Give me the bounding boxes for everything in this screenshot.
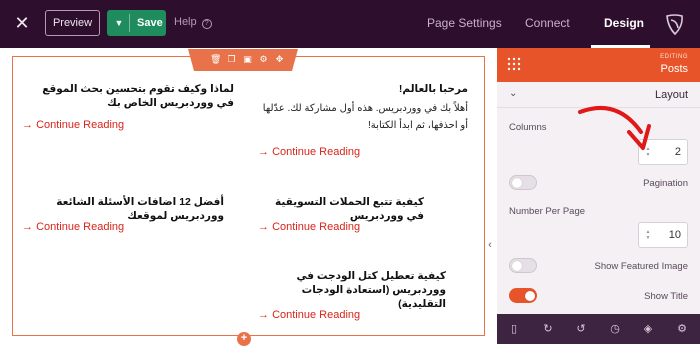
editing-label: EDITING — [660, 54, 688, 60]
continue-reading-label: Continue Reading — [36, 221, 125, 233]
chevron-left-icon[interactable]: ‹ — [484, 236, 496, 254]
show-title-toggle[interactable] — [509, 288, 537, 303]
arrow-right-icon: → — [258, 146, 269, 158]
annotation-arrow — [578, 106, 651, 150]
preview-button[interactable]: Preview — [45, 10, 100, 36]
show-featured-image-label: Show Featured Image — [594, 261, 688, 272]
trash-icon[interactable]: 🗑 — [210, 54, 221, 65]
help-link[interactable]: Help ? — [174, 16, 212, 29]
continue-reading-link[interactable]: → Continue Reading — [258, 146, 360, 158]
number-per-page-label: Number Per Page — [509, 206, 586, 217]
number-per-page-stepper[interactable]: ▲ ▼ 10 — [638, 222, 688, 248]
settings-icon[interactable]: ⚙ — [675, 322, 689, 336]
block-toolbar: 🗑 ❐ ▣ ⚙ ✥ — [188, 49, 298, 71]
arrow-right-icon: → — [22, 221, 33, 233]
show-featured-image-toggle[interactable] — [509, 258, 537, 273]
post-item: أفضل 12 اضافات الأسئلة الشائعة ووردبريس … — [22, 195, 224, 223]
arrow-right-icon: → — [22, 119, 33, 131]
continue-reading-link[interactable]: → Continue Reading — [22, 221, 124, 233]
settings-panel: EDITING Posts ⌄ Layout Columns ▲ ▼ 2 Pagi… — [497, 48, 700, 344]
arrow-right-icon: → — [258, 221, 269, 233]
post-item: مرحبا بالعالم! أهلاً بك في ووردبريس. هذه… — [256, 82, 468, 134]
post-title[interactable]: لماذا وكيف تقوم بتحسين بحث الموقع في وور… — [22, 82, 234, 110]
layout-section-label: Layout — [654, 89, 688, 101]
panel-footer: ▯ ↻ ↺ ◷ ◈ ⚙ — [497, 314, 700, 344]
continue-reading-link[interactable]: → Continue Reading — [22, 119, 124, 131]
help-label: Help — [174, 16, 197, 28]
show-title-label: Show Title — [644, 291, 688, 302]
save-button-divider — [129, 14, 130, 32]
post-title[interactable]: كيفية تتبع الحملات التسويقية في ووردبريس — [256, 195, 424, 223]
settings-icon[interactable]: ⚙ — [258, 54, 269, 65]
arrow-right-icon: → — [258, 309, 269, 321]
mobile-preview-icon[interactable]: ▯ — [507, 322, 521, 336]
pagination-toggle[interactable] — [509, 175, 537, 190]
toggle-knob — [512, 178, 522, 188]
page-canvas: 🗑 ❐ ▣ ⚙ ✥ مرحبا بالعالم! أهلاً بك في وور… — [0, 48, 497, 346]
brand-logo-icon — [666, 14, 683, 36]
continue-reading-link[interactable]: → Continue Reading — [258, 221, 360, 233]
post-item: كيفية تتبع الحملات التسويقية في ووردبريس — [256, 195, 424, 223]
grid-icon[interactable] — [507, 57, 521, 71]
help-icon: ? — [201, 19, 212, 29]
tab-connect[interactable]: Connect — [525, 16, 570, 30]
post-title[interactable]: كيفية تعطيل كتل الودجت في ووردبريس (استع… — [256, 269, 447, 311]
save-button[interactable]: ▼ Save — [107, 10, 166, 36]
save-label: Save — [137, 17, 163, 29]
stepper-arrows-icon[interactable]: ▲ ▼ — [644, 229, 652, 241]
layers-icon[interactable]: ◈ — [641, 322, 655, 336]
panel-header: EDITING Posts — [497, 48, 700, 82]
undo-icon[interactable]: ↺ — [574, 322, 588, 336]
post-item: كيفية تعطيل كتل الودجت في ووردبريس (استع… — [256, 269, 447, 311]
toggle-knob — [512, 261, 522, 271]
post-excerpt: أهلاً بك في ووردبريس. هذه أول مشاركة لك.… — [262, 103, 468, 131]
number-per-page-value: 10 — [668, 229, 681, 241]
continue-reading-label: Continue Reading — [272, 309, 361, 321]
continue-reading-link[interactable]: → Continue Reading — [258, 309, 360, 321]
move-icon[interactable]: ✥ — [274, 54, 285, 65]
top-bar: ✕ Preview ▼ Save Help ? Page Settings Co… — [0, 0, 700, 48]
columns-label: Columns — [509, 122, 547, 133]
continue-reading-label: Continue Reading — [36, 119, 125, 131]
chevron-down-icon: ⌄ — [509, 88, 518, 99]
refresh-icon[interactable]: ↻ — [541, 322, 555, 336]
post-item: لماذا وكيف تقوم بتحسين بحث الموقع في وور… — [22, 82, 234, 110]
tab-design[interactable]: Design — [604, 16, 644, 30]
close-icon[interactable]: ✕ — [13, 12, 31, 34]
history-icon[interactable]: ◷ — [608, 322, 622, 336]
duplicate-icon[interactable]: ❐ — [226, 54, 237, 65]
columns-value: 2 — [674, 146, 681, 158]
toggle-knob — [525, 291, 535, 301]
pagination-label: Pagination — [643, 178, 688, 189]
post-title[interactable]: أفضل 12 اضافات الأسئلة الشائعة ووردبريس … — [22, 195, 224, 223]
continue-reading-label: Continue Reading — [272, 221, 361, 233]
continue-reading-label: Continue Reading — [272, 146, 361, 158]
save-block-icon[interactable]: ▣ — [242, 54, 253, 65]
post-title[interactable]: مرحبا بالعالم! — [256, 82, 468, 96]
chevron-down-icon[interactable]: ▼ — [112, 10, 126, 36]
tab-page-settings[interactable]: Page Settings — [427, 16, 502, 30]
panel-title: Posts — [660, 63, 688, 75]
